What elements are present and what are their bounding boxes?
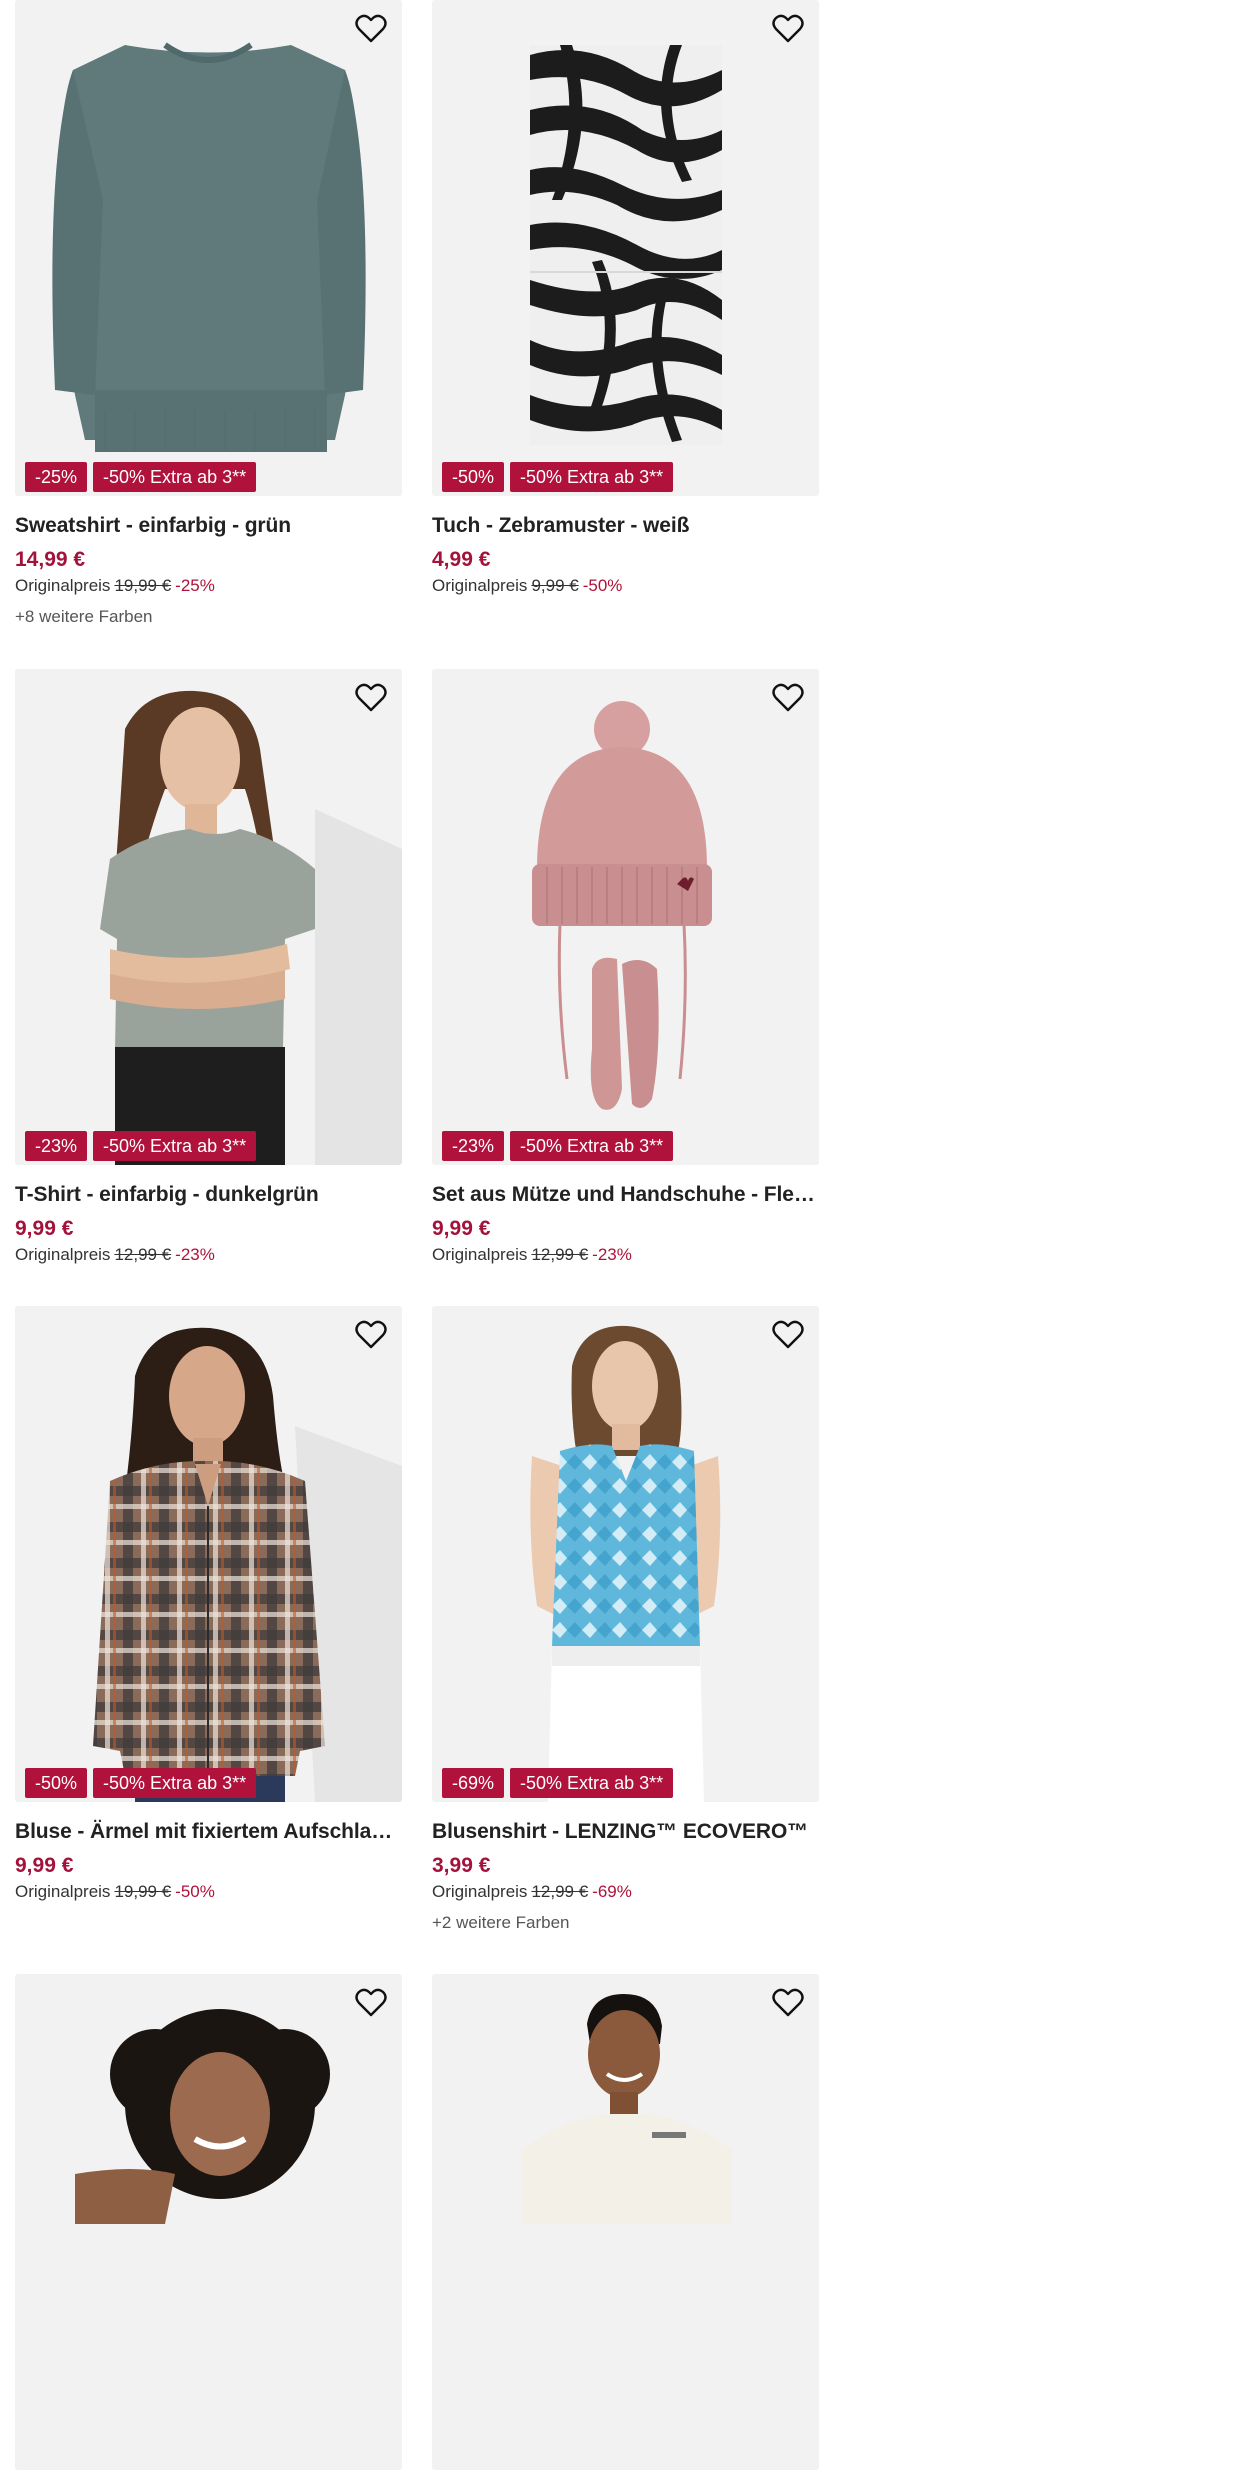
- product-title[interactable]: Bluse - Ärmel mit fixiertem Aufschlag - …: [15, 1819, 402, 1845]
- woman-tshirt-image: [15, 669, 402, 1165]
- wishlist-heart-icon[interactable]: [771, 12, 805, 46]
- product-card[interactable]: -25% -50% Extra ab 3** Sweatshirt - einf…: [15, 0, 402, 628]
- product-title[interactable]: Sweatshirt - einfarbig - grün: [15, 513, 402, 539]
- wishlist-heart-icon[interactable]: [771, 681, 805, 715]
- zebra-scarf-image: [432, 0, 819, 496]
- discount-percent: -25%: [175, 576, 215, 595]
- original-price: 12,99 €: [531, 1882, 589, 1901]
- wishlist-heart-icon[interactable]: [771, 1318, 805, 1352]
- product-card[interactable]: -69% -50% Extra ab 3** Blusenshirt - LEN…: [432, 1306, 819, 1934]
- woman-plaid-blouse-image: [15, 1306, 402, 1802]
- hat-mittens-image: [432, 669, 819, 1165]
- more-colors-label[interactable]: +2 weitere Farben: [432, 1912, 819, 1934]
- original-price-line: Originalpreis 12,99 € -23%: [432, 1244, 819, 1266]
- original-price-label: Originalpreis: [15, 1245, 111, 1264]
- woman-curly-hair-image: [15, 1974, 402, 2470]
- product-image[interactable]: [15, 1974, 402, 2470]
- wishlist-heart-icon[interactable]: [354, 1986, 388, 2020]
- original-price: 19,99 €: [114, 576, 172, 595]
- discount-percent: -50%: [175, 1882, 215, 1901]
- original-price-label: Originalpreis: [432, 1882, 528, 1901]
- badge-group: -23% -50% Extra ab 3**: [442, 1131, 674, 1161]
- extra-discount-badge: -50% Extra ab 3**: [93, 462, 257, 492]
- wishlist-heart-icon[interactable]: [354, 681, 388, 715]
- original-price-line: Originalpreis 9,99 € -50%: [432, 575, 819, 597]
- extra-discount-badge: -50% Extra ab 3**: [510, 1768, 674, 1798]
- extra-discount-badge: -50% Extra ab 3**: [93, 1768, 257, 1798]
- wishlist-heart-icon[interactable]: [771, 1986, 805, 2020]
- badge-group: -50% -50% Extra ab 3**: [25, 1768, 257, 1798]
- man-white-tshirt-image: [432, 1974, 819, 2470]
- discount-percent: -50%: [582, 576, 623, 595]
- product-image[interactable]: -50% -50% Extra ab 3**: [15, 1306, 402, 1802]
- product-image[interactable]: -25% -50% Extra ab 3**: [15, 0, 402, 496]
- original-price-label: Originalpreis: [15, 1882, 111, 1901]
- wishlist-heart-icon[interactable]: [354, 12, 388, 46]
- product-price: 9,99 €: [15, 1217, 74, 1240]
- product-title[interactable]: Tuch - Zebramuster - weiß: [432, 513, 819, 539]
- discount-badge: -69%: [442, 1768, 505, 1798]
- badge-group: -69% -50% Extra ab 3**: [442, 1768, 674, 1798]
- discount-percent: -69%: [592, 1882, 632, 1901]
- original-price: 12,99 €: [114, 1245, 172, 1264]
- discount-badge: -50%: [442, 462, 505, 492]
- product-card[interactable]: -23% -50% Extra ab 3** Set aus Mütze und…: [432, 669, 819, 1266]
- original-price-line: Originalpreis 12,99 € -69%: [432, 1881, 819, 1903]
- product-card[interactable]: [432, 1974, 819, 2470]
- discount-badge: -25%: [25, 462, 88, 492]
- product-title[interactable]: Blusenshirt - LENZING™ ECOVERO™: [432, 1819, 819, 1845]
- product-price: 3,99 €: [432, 1854, 491, 1877]
- more-colors-label[interactable]: +8 weitere Farben: [15, 606, 402, 628]
- badge-group: -50% -50% Extra ab 3**: [442, 462, 674, 492]
- discount-percent: -23%: [592, 1245, 632, 1264]
- original-price: 9,99 €: [531, 576, 579, 595]
- product-image[interactable]: -50% -50% Extra ab 3**: [432, 0, 819, 496]
- product-image[interactable]: -23% -50% Extra ab 3**: [432, 669, 819, 1165]
- product-image[interactable]: -69% -50% Extra ab 3**: [432, 1306, 819, 1802]
- discount-badge: -50%: [25, 1768, 88, 1798]
- original-price: 19,99 €: [114, 1882, 172, 1901]
- product-image[interactable]: [432, 1974, 819, 2470]
- extra-discount-badge: -50% Extra ab 3**: [510, 462, 674, 492]
- product-card[interactable]: -50% -50% Extra ab 3** Tuch - Zebramuste…: [432, 0, 819, 597]
- product-image[interactable]: -23% -50% Extra ab 3**: [15, 669, 402, 1165]
- product-card[interactable]: -50% -50% Extra ab 3** Bluse - Ärmel mit…: [15, 1306, 402, 1903]
- extra-discount-badge: -50% Extra ab 3**: [510, 1131, 674, 1161]
- original-price: 12,99 €: [531, 1245, 589, 1264]
- product-title[interactable]: T-Shirt - einfarbig - dunkelgrün: [15, 1182, 402, 1208]
- woman-blue-top-image: [432, 1306, 819, 1802]
- extra-discount-badge: -50% Extra ab 3**: [93, 1131, 257, 1161]
- badge-group: -25% -50% Extra ab 3**: [25, 462, 257, 492]
- product-price: 9,99 €: [432, 1217, 491, 1240]
- sweatshirt-image: [15, 0, 402, 496]
- discount-badge: -23%: [25, 1131, 88, 1161]
- product-price: 14,99 €: [15, 548, 86, 571]
- original-price-line: Originalpreis 19,99 € -50%: [15, 1881, 402, 1903]
- original-price-label: Originalpreis: [432, 576, 528, 595]
- original-price-label: Originalpreis: [432, 1245, 528, 1264]
- discount-percent: -23%: [175, 1245, 215, 1264]
- product-price: 4,99 €: [432, 548, 491, 571]
- product-title[interactable]: Set aus Mütze und Handschuhe - Fleecef..…: [432, 1182, 819, 1208]
- original-price-label: Originalpreis: [15, 576, 111, 595]
- discount-badge: -23%: [442, 1131, 505, 1161]
- product-card[interactable]: -23% -50% Extra ab 3** T-Shirt - einfarb…: [15, 669, 402, 1266]
- original-price-line: Originalpreis 19,99 € -25%: [15, 575, 402, 597]
- original-price-line: Originalpreis 12,99 € -23%: [15, 1244, 402, 1266]
- badge-group: -23% -50% Extra ab 3**: [25, 1131, 257, 1161]
- wishlist-heart-icon[interactable]: [354, 1318, 388, 1352]
- product-price: 9,99 €: [15, 1854, 74, 1877]
- product-card[interactable]: [15, 1974, 402, 2470]
